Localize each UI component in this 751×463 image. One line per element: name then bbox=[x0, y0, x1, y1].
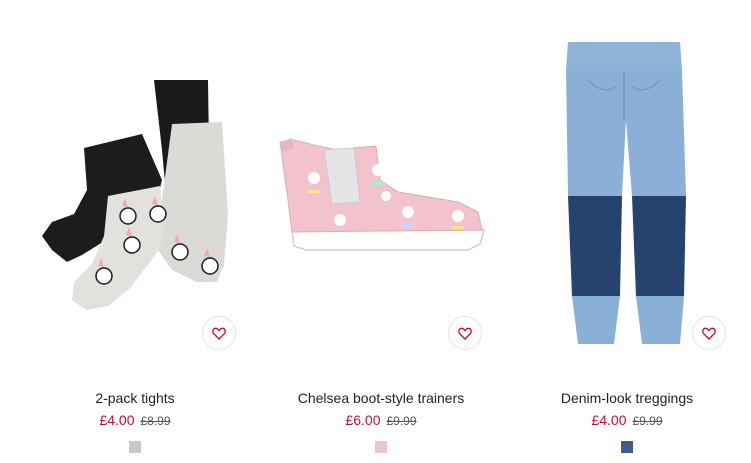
sale-price: £4.00 bbox=[591, 412, 627, 428]
tights-image bbox=[42, 80, 228, 310]
sale-price: £6.00 bbox=[345, 412, 381, 428]
sale-price: £4.00 bbox=[99, 412, 135, 428]
favorite-button[interactable] bbox=[448, 316, 482, 350]
product-card[interactable]: 2-pack tights £4.00 £8.99 bbox=[12, 0, 258, 463]
product-card[interactable]: Denim-look treggings £4.00 £9.99 bbox=[504, 0, 750, 463]
heart-icon bbox=[458, 327, 472, 340]
original-price: £9.99 bbox=[386, 414, 417, 428]
product-title[interactable]: Denim-look treggings bbox=[504, 390, 750, 406]
price-row: £4.00 £8.99 bbox=[12, 412, 258, 428]
heart-icon bbox=[702, 327, 716, 340]
trainer-image bbox=[279, 138, 485, 251]
price-row: £6.00 £9.99 bbox=[258, 412, 504, 428]
color-swatch[interactable] bbox=[621, 441, 633, 453]
product-image[interactable] bbox=[504, 0, 750, 362]
favorite-button[interactable] bbox=[202, 316, 236, 350]
price-row: £4.00 £9.99 bbox=[504, 412, 750, 428]
color-swatch[interactable] bbox=[375, 441, 387, 453]
product-title[interactable]: 2-pack tights bbox=[12, 390, 258, 406]
product-image[interactable] bbox=[12, 0, 258, 362]
product-title[interactable]: Chelsea boot-style trainers bbox=[258, 390, 504, 406]
favorite-button[interactable] bbox=[692, 316, 726, 350]
treggings-image bbox=[566, 42, 686, 344]
heart-icon bbox=[212, 327, 226, 340]
original-price: £9.99 bbox=[632, 414, 663, 428]
product-card[interactable]: Chelsea boot-style trainers £6.00 £9.99 bbox=[258, 0, 504, 463]
color-swatch[interactable] bbox=[129, 441, 141, 453]
original-price: £8.99 bbox=[140, 414, 171, 428]
product-image[interactable] bbox=[258, 0, 504, 362]
